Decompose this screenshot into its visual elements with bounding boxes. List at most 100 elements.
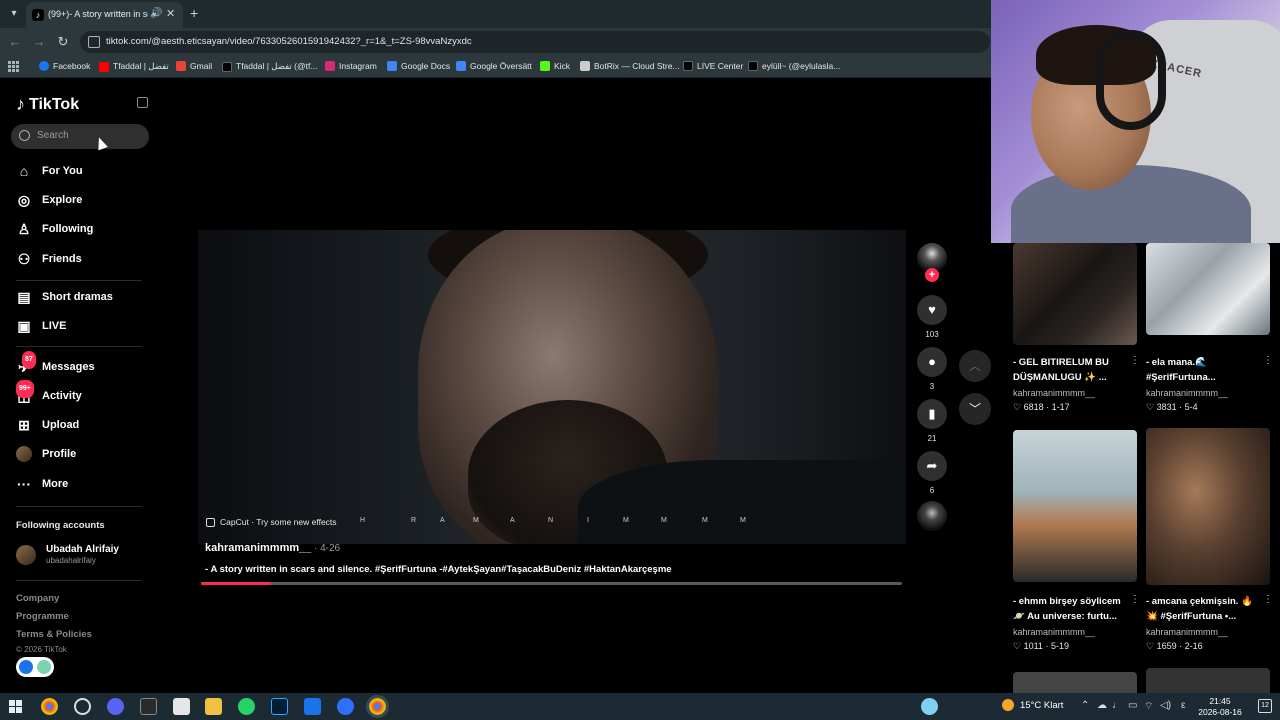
folder-icon[interactable]	[205, 698, 222, 715]
bookmark-kick[interactable]: Kick	[540, 61, 570, 71]
chrome-active-icon[interactable]	[366, 695, 389, 718]
nav-more[interactable]: ··· More	[16, 476, 68, 492]
app-icon[interactable]	[304, 698, 321, 715]
extension-widget[interactable]	[16, 657, 54, 677]
site-info-icon[interactable]	[88, 36, 100, 48]
bookmark-live-center[interactable]: LIVE Center	[683, 61, 743, 71]
related-video-title: - GEL BITIRELUM BU DÜŞMANLUGU ✨ ...	[1013, 357, 1109, 383]
save-button[interactable]: ▮	[917, 399, 947, 429]
tiktok-logo[interactable]: ♪ TikTok	[16, 94, 79, 115]
tab-search-chevron-icon[interactable]: ▾	[6, 6, 22, 22]
bookmark-eylul[interactable]: eylüll~ (@eylulasla...	[748, 61, 840, 71]
chrome-icon[interactable]	[41, 698, 58, 715]
reload-icon[interactable]: ↻	[55, 34, 71, 50]
more-options-icon[interactable]: ⋮	[1130, 355, 1140, 366]
bookmark-tiktok-tfaddal[interactable]: Tfaddal | تفضل (@tf...	[222, 61, 317, 72]
related-video-card[interactable]: - ela mana.🌊 #ŞerifFurtuna... ⋮ kahraman…	[1146, 243, 1273, 412]
language-icon[interactable]: ε	[1181, 700, 1185, 711]
bookmark-gmail[interactable]: Gmail	[176, 61, 212, 71]
clock-date[interactable]: 2026-08-16	[1190, 707, 1250, 717]
video-description: - A story written in scars and silence. …	[205, 564, 672, 575]
share-icon: ➦	[926, 458, 938, 473]
divider	[16, 580, 142, 581]
nav-for-you[interactable]: ⌂ For You	[16, 163, 83, 179]
bookmark-google-docs[interactable]: Google Docs	[387, 61, 450, 71]
more-icon: ···	[17, 476, 31, 492]
music-disc-icon[interactable]	[917, 501, 947, 531]
nav-short-dramas[interactable]: ▤ Short dramas	[16, 289, 113, 305]
discord-icon[interactable]	[107, 698, 124, 715]
clock-time[interactable]: 21:45	[1200, 696, 1240, 706]
close-icon[interactable]: ✕	[166, 7, 175, 20]
bookmark-youtube[interactable]: Tfaddal | تفضل	[99, 61, 169, 72]
more-options-icon[interactable]: ⋮	[1263, 594, 1273, 605]
video-player[interactable]	[198, 230, 906, 544]
weather-widget[interactable]: 15°C Klart	[1002, 699, 1063, 711]
next-video-button[interactable]: ﹀	[959, 393, 991, 425]
footer-link-programme[interactable]: Programme	[16, 611, 69, 622]
forward-icon[interactable]: →	[31, 34, 47, 49]
nav-messages[interactable]: ✈87Messages	[16, 351, 95, 375]
network-icon[interactable]: ☁	[1097, 700, 1107, 711]
app-icon[interactable]	[173, 698, 190, 715]
related-video-card[interactable]: - GEL BITIRELUM BU DÜŞMANLUGU ✨ ... ⋮ ka…	[1013, 243, 1140, 412]
footer-link-terms[interactable]: Terms & Policies	[16, 629, 92, 640]
capcut-icon[interactable]	[140, 698, 157, 715]
nav-following[interactable]: ♙ Following	[16, 221, 94, 237]
capcut-label[interactable]: CapCut · Try some new effects	[206, 517, 337, 527]
tiktok-icon: ♪	[32, 9, 44, 21]
nav-profile[interactable]: Profile	[16, 446, 76, 462]
collapse-sidebar-icon[interactable]	[137, 97, 148, 108]
related-video-card[interactable]: - ehmm birşey söylicem 🪐 Au universe: fu…	[1013, 430, 1140, 655]
address-bar[interactable]: tiktok.com/@aesth.eticsayan/video/763305…	[80, 31, 990, 53]
nav-upload[interactable]: ⊞ Upload	[16, 417, 79, 433]
follow-plus-icon[interactable]: +	[925, 268, 939, 282]
tiktok-icon	[683, 61, 693, 71]
previous-video-button[interactable]: ︿	[959, 350, 991, 382]
share-button[interactable]: ➦	[917, 451, 947, 481]
nav-friends[interactable]: ⚇ Friends	[16, 251, 82, 267]
display-icon[interactable]: ▭	[1128, 700, 1137, 711]
microphone-icon[interactable]: ♩	[1112, 700, 1122, 711]
nav-activity[interactable]: ◫99+Activity	[16, 380, 82, 404]
video-thumbnail	[1013, 243, 1137, 345]
nav-live[interactable]: ▣ LIVE	[16, 318, 66, 334]
wifi-icon[interactable]: ⌔	[1144, 700, 1153, 713]
notifications-icon[interactable]: 12	[1258, 699, 1272, 713]
watermark-letter: M	[740, 517, 747, 524]
apps-grid-icon[interactable]	[8, 61, 19, 72]
footer-link-company[interactable]: Company	[16, 593, 59, 604]
chevron-up-icon[interactable]: ⌃	[1081, 700, 1089, 711]
bookmark-facebook[interactable]: Facebook	[39, 61, 90, 71]
more-options-icon[interactable]: ⋮	[1263, 355, 1273, 366]
whatsapp-icon[interactable]	[238, 698, 255, 715]
search-input[interactable]: Search	[11, 124, 149, 149]
new-tab-button[interactable]: +	[190, 5, 198, 21]
bookmark-google-translate[interactable]: Google Översätt	[456, 61, 532, 71]
video-thumbnail[interactable]	[1146, 668, 1270, 693]
video-author[interactable]: kahramanimmmm__	[205, 542, 311, 554]
related-video-card[interactable]: - amcana çekmişsin. 🔥 💥 #ŞerifFurtuna •.…	[1146, 428, 1273, 655]
nav-explore[interactable]: ◎ Explore	[16, 192, 82, 208]
bookmark-botrix[interactable]: BotRix — Cloud Stre...	[580, 61, 680, 71]
app-icon[interactable]	[337, 698, 354, 715]
bookmark-instagram[interactable]: Instagram	[325, 61, 377, 71]
speaker-icon[interactable]: 🔊	[150, 8, 162, 19]
avatar	[16, 545, 36, 565]
messages-icon: ✈87	[16, 351, 36, 375]
photoshop-icon[interactable]	[271, 698, 288, 715]
windows-start-icon[interactable]	[9, 700, 22, 713]
help-icon[interactable]	[921, 698, 938, 715]
video-thumbnail	[1013, 430, 1137, 582]
back-icon[interactable]: ←	[7, 34, 23, 49]
video-progress-bar[interactable]	[201, 582, 902, 585]
volume-icon[interactable]: ◁)	[1160, 700, 1171, 711]
browser-tab-active[interactable]: ♪ (99+)- A story written in sca 🔊 ✕	[26, 2, 183, 28]
video-thumbnail[interactable]	[1013, 672, 1137, 693]
more-options-icon[interactable]: ⋮	[1130, 594, 1140, 605]
like-button[interactable]: ♥	[917, 295, 947, 325]
comment-button[interactable]: ●	[917, 347, 947, 377]
settings-icon[interactable]	[74, 698, 91, 715]
tiktok-icon	[748, 61, 758, 71]
tiktok-icon	[222, 61, 232, 72]
